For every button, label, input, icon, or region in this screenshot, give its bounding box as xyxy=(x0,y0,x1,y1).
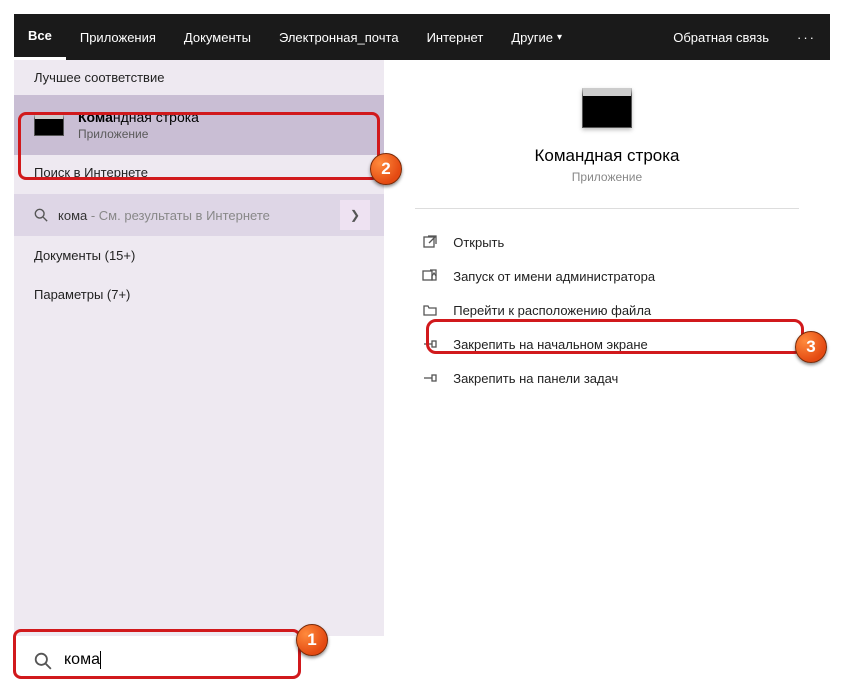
open-icon xyxy=(421,233,439,251)
search-input[interactable]: кома xyxy=(64,651,101,669)
tab-documents[interactable]: Документы xyxy=(170,14,265,60)
app-preview-title: Командная строка xyxy=(534,146,679,166)
action-location-label: Перейти к расположению файла xyxy=(453,303,651,318)
annotation-badge-3: 3 xyxy=(795,331,827,363)
expand-arrow[interactable]: ❯ xyxy=(340,200,370,230)
app-preview-kind: Приложение xyxy=(572,170,642,184)
tab-all[interactable]: Все xyxy=(14,14,66,60)
app-preview-icon xyxy=(582,88,632,128)
action-admin-label: Запуск от имени администратора xyxy=(453,269,655,284)
action-open[interactable]: Открыть xyxy=(415,225,799,259)
filter-tabs: Все Приложения Документы Электронная_поч… xyxy=(14,14,830,60)
documents-group[interactable]: Документы (15+) xyxy=(14,236,384,275)
annotation-badge-2: 2 xyxy=(370,153,402,185)
action-open-label: Открыть xyxy=(453,235,504,250)
pin-start-icon xyxy=(421,335,439,353)
more-button[interactable]: ··· xyxy=(783,30,830,45)
cmd-icon xyxy=(34,114,64,136)
tab-other[interactable]: Другие ▾ xyxy=(497,14,576,60)
best-match-title: Командная строка xyxy=(78,109,199,125)
best-match-item[interactable]: Командная строка Приложение xyxy=(14,95,384,155)
tab-other-label: Другие xyxy=(511,30,553,45)
settings-group[interactable]: Параметры (7+) xyxy=(14,275,384,314)
tab-apps[interactable]: Приложения xyxy=(66,14,170,60)
tab-internet[interactable]: Интернет xyxy=(413,14,498,60)
divider xyxy=(415,208,799,209)
results-panel: Лучшее соответствие Командная строка При… xyxy=(14,60,384,636)
search-icon xyxy=(34,208,48,222)
admin-icon xyxy=(421,267,439,285)
action-pin-start[interactable]: Закрепить на начальном экране xyxy=(415,327,799,361)
folder-icon xyxy=(421,301,439,319)
chevron-down-icon: ▾ xyxy=(557,32,562,43)
action-pin-taskbar[interactable]: Закрепить на панели задач xyxy=(415,361,799,395)
feedback-link[interactable]: Обратная связь xyxy=(659,14,783,60)
action-open-location[interactable]: Перейти к расположению файла xyxy=(415,293,799,327)
web-search-text: кома - См. результаты в Интернете xyxy=(58,208,340,223)
best-match-subtitle: Приложение xyxy=(78,127,199,141)
web-search-item[interactable]: кома - См. результаты в Интернете ❯ xyxy=(14,194,384,236)
web-search-label: Поиск в Интернете xyxy=(14,155,384,190)
action-run-as-admin[interactable]: Запуск от имени администратора xyxy=(415,259,799,293)
search-icon xyxy=(34,652,52,670)
action-pin-taskbar-label: Закрепить на панели задач xyxy=(453,371,618,386)
pin-taskbar-icon xyxy=(421,369,439,387)
search-bar[interactable]: кома xyxy=(14,636,830,684)
preview-panel: Командная строка Приложение Открыть Запу… xyxy=(384,60,830,636)
action-pin-start-label: Закрепить на начальном экране xyxy=(453,337,648,352)
tab-email[interactable]: Электронная_почта xyxy=(265,14,413,60)
best-match-label: Лучшее соответствие xyxy=(14,60,384,95)
annotation-badge-1: 1 xyxy=(296,624,328,656)
